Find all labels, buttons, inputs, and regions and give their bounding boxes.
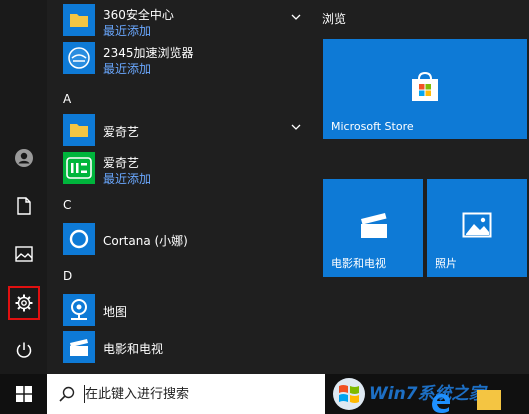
document-icon bbox=[16, 197, 31, 215]
tiles-area: 浏览 Microsoft Store 电影和电视 照片 bbox=[310, 0, 529, 374]
tile-photos[interactable]: 照片 bbox=[427, 179, 527, 277]
app-name: 2345加速浏览器 bbox=[103, 46, 194, 60]
search-input[interactable] bbox=[85, 385, 305, 403]
chevron-down-icon[interactable] bbox=[289, 10, 303, 24]
app-list: 360安全中心 最近添加 2345加速浏览器 最近添加 A 爱奇艺 爱奇艺 最近… bbox=[47, 0, 310, 374]
app-cortana[interactable]: Cortana (小娜) bbox=[63, 221, 303, 257]
section-letter-d[interactable]: D bbox=[63, 269, 72, 283]
win7-logo-icon bbox=[333, 378, 365, 410]
search-box[interactable] bbox=[47, 374, 325, 414]
photo-icon bbox=[462, 212, 492, 238]
app-maps[interactable]: 地图 bbox=[63, 292, 303, 328]
watermark-text: Win7系统之家 bbox=[369, 384, 486, 404]
clapperboard-icon bbox=[63, 331, 95, 363]
app-name: Cortana (小娜) bbox=[103, 234, 188, 248]
file-explorer-icon[interactable] bbox=[477, 390, 501, 410]
cortana-icon bbox=[63, 223, 95, 255]
tile-label: 电影和电视 bbox=[331, 257, 386, 270]
store-bag-icon bbox=[412, 71, 438, 101]
tile-label: 照片 bbox=[435, 257, 457, 270]
watermark: Win7系统之家 bbox=[325, 374, 529, 414]
picture-icon bbox=[14, 246, 33, 262]
start-rail bbox=[0, 0, 47, 374]
app-name: 地图 bbox=[103, 305, 128, 319]
taskbar: Win7系统之家 bbox=[0, 374, 529, 414]
app-2345-browser[interactable]: 2345加速浏览器 最近添加 bbox=[63, 40, 303, 76]
tile-microsoft-store[interactable]: Microsoft Store bbox=[323, 39, 527, 139]
section-letter-a[interactable]: A bbox=[63, 92, 71, 106]
account-button[interactable] bbox=[0, 140, 47, 176]
app-iqiyi-folder[interactable]: 爱奇艺 bbox=[63, 112, 303, 148]
tile-group-title[interactable]: 浏览 bbox=[322, 10, 346, 27]
map-icon bbox=[63, 294, 95, 326]
app-name: 电影和电视 bbox=[103, 342, 164, 356]
app-name: 爱奇艺 bbox=[103, 156, 140, 170]
tile-label: Microsoft Store bbox=[331, 120, 414, 133]
edge-browser-icon[interactable] bbox=[429, 390, 453, 414]
folder-icon bbox=[63, 4, 95, 36]
user-icon bbox=[14, 149, 33, 167]
tile-movies-tv[interactable]: 电影和电视 bbox=[323, 179, 423, 277]
folder-icon bbox=[63, 114, 95, 146]
section-letter-c[interactable]: C bbox=[63, 198, 71, 212]
recently-added-label: 最近添加 bbox=[103, 24, 152, 38]
app-movies-tv[interactable]: 电影和电视 bbox=[63, 329, 303, 365]
app-360-safe-center[interactable]: 360安全中心 最近添加 bbox=[63, 2, 303, 38]
start-button[interactable] bbox=[0, 374, 47, 414]
documents-button[interactable] bbox=[0, 188, 47, 224]
search-icon bbox=[59, 386, 75, 402]
iqiyi-icon bbox=[63, 152, 95, 184]
chevron-down-icon[interactable] bbox=[289, 120, 303, 134]
app-name: 360安全中心 bbox=[103, 8, 174, 22]
pictures-button[interactable] bbox=[0, 236, 47, 272]
settings-highlight-box bbox=[8, 286, 40, 320]
browser-icon bbox=[63, 42, 95, 74]
power-button[interactable] bbox=[0, 332, 47, 368]
app-name: 爱奇艺 bbox=[103, 125, 140, 139]
windows-logo-icon bbox=[15, 386, 32, 402]
recently-added-label: 最近添加 bbox=[103, 172, 152, 186]
clapperboard-icon bbox=[361, 213, 387, 238]
power-icon bbox=[16, 342, 31, 358]
recently-added-label: 最近添加 bbox=[103, 62, 152, 76]
app-iqiyi[interactable]: 爱奇艺 最近添加 bbox=[63, 150, 303, 186]
